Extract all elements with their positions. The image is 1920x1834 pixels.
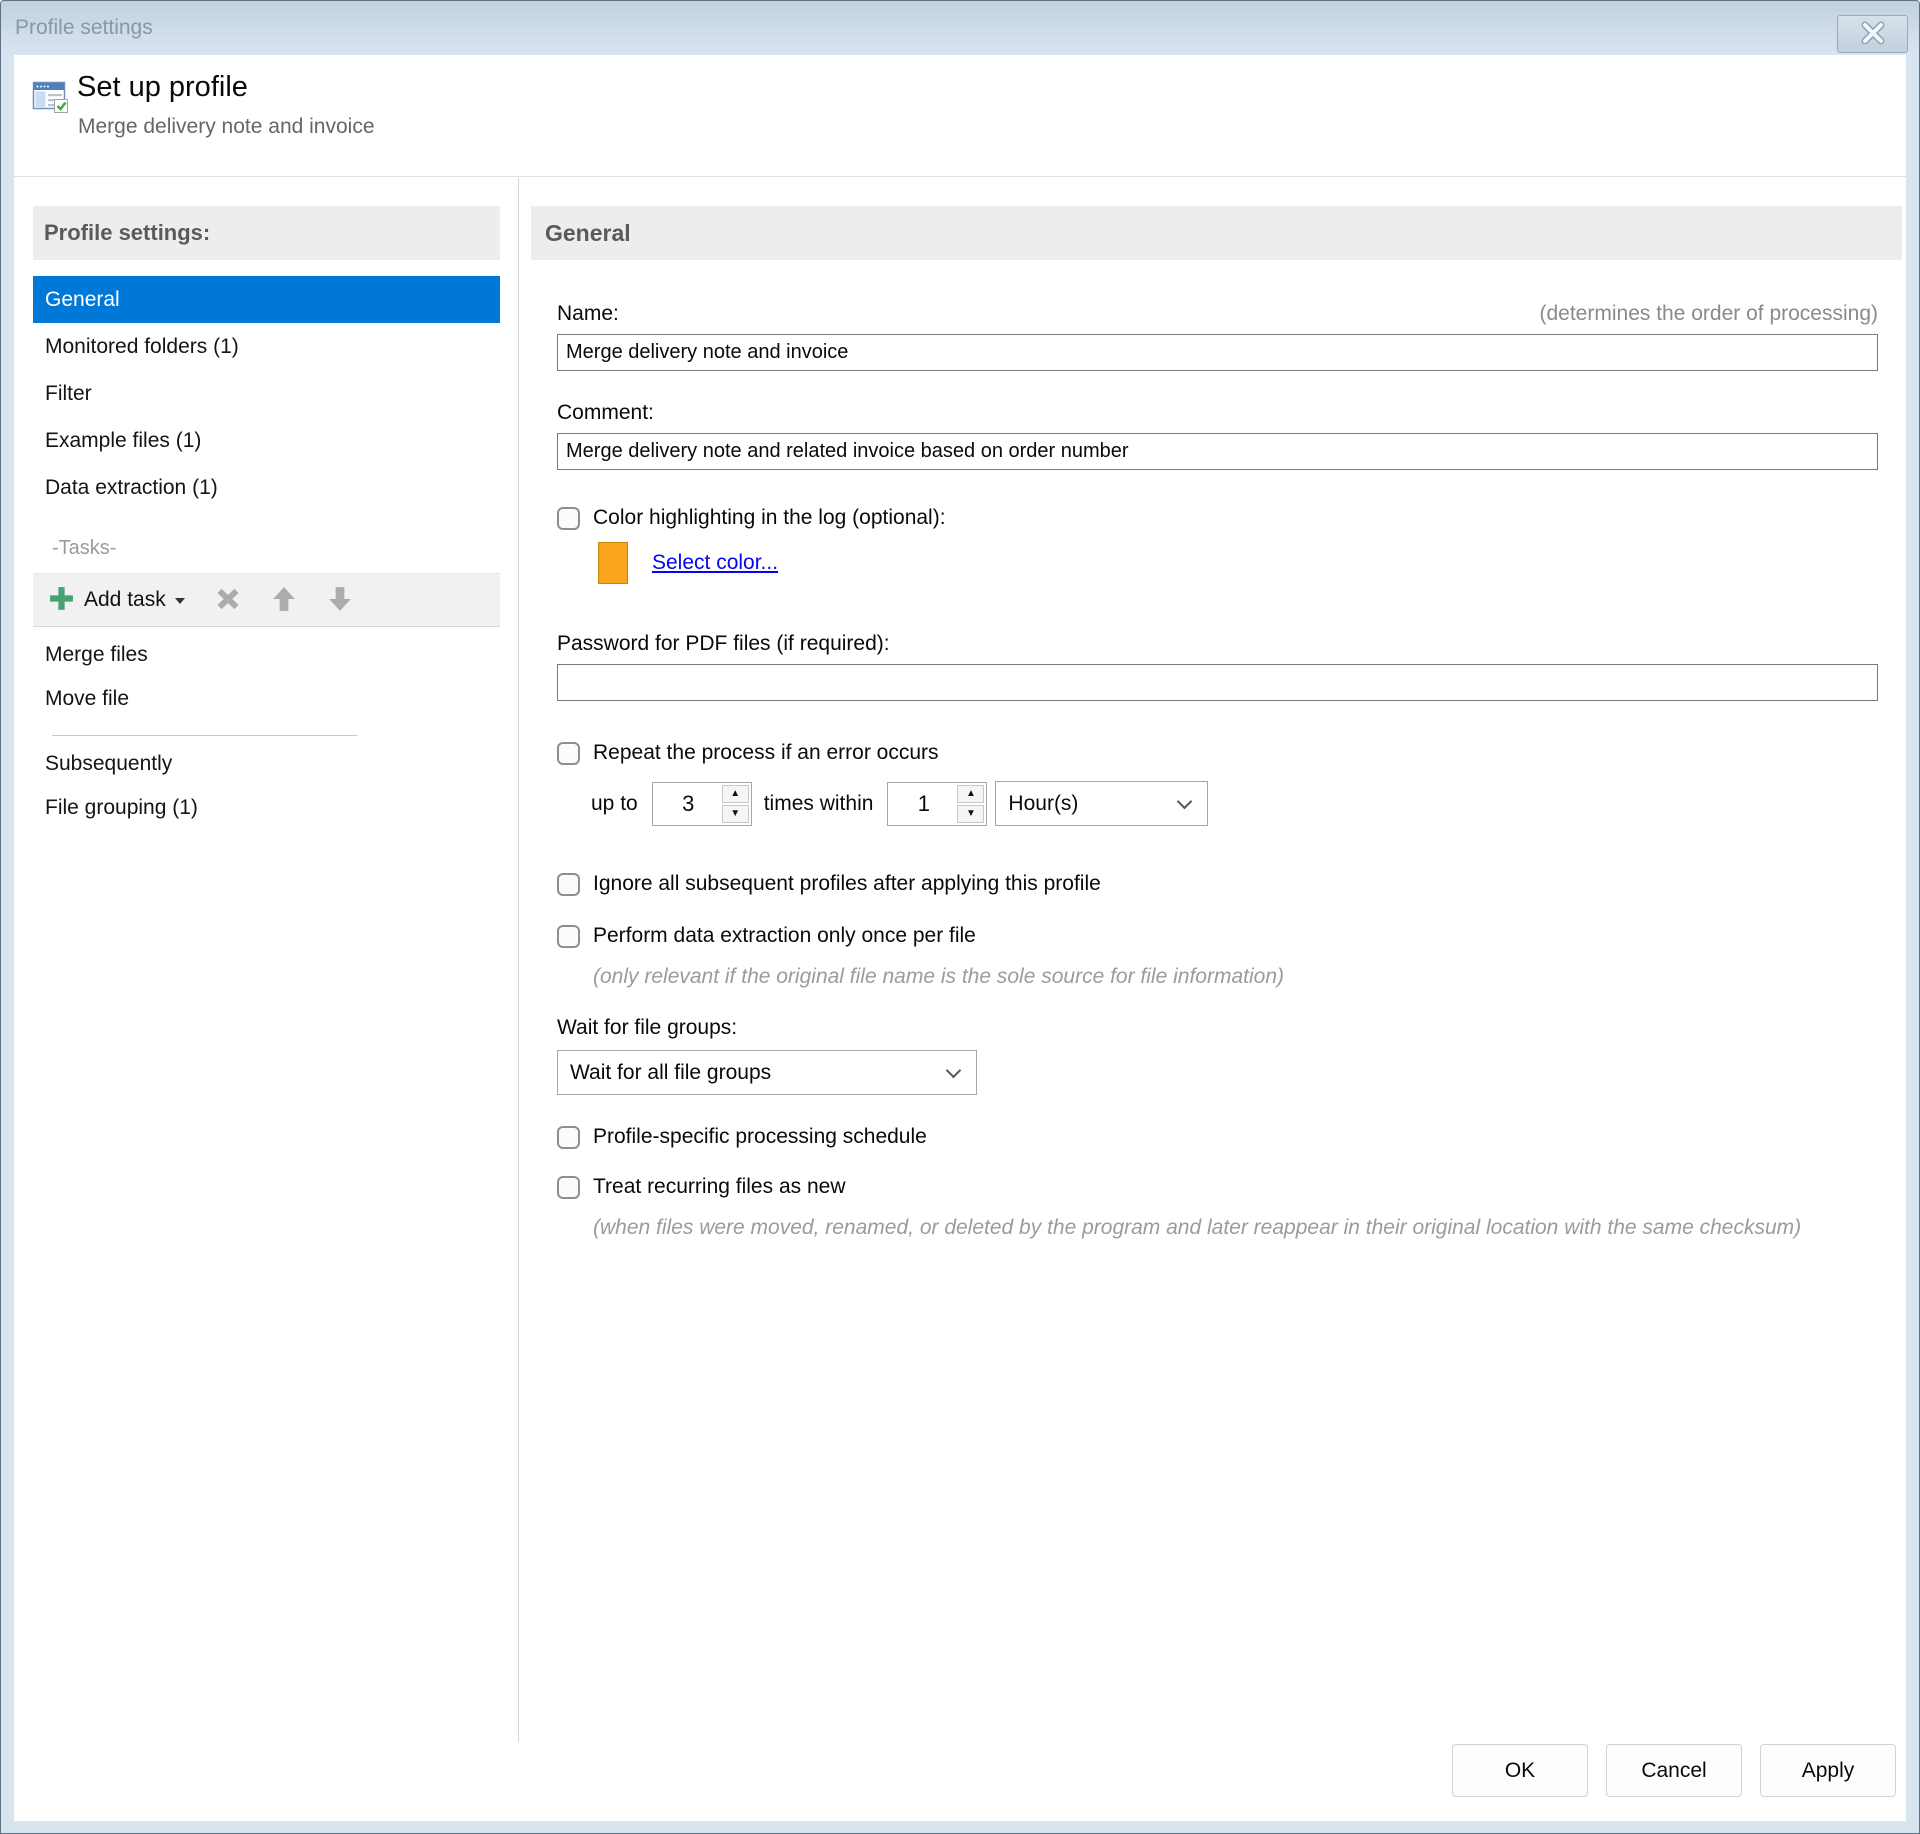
- spin-down-icon: ▼: [730, 809, 740, 819]
- sidebar-list: General Monitored folders (1) Filter Exa…: [33, 276, 500, 511]
- pdf-password-label: Password for PDF files (if required):: [557, 632, 890, 656]
- recurring-files-note: (when files were moved, renamed, or dele…: [593, 1211, 1848, 1245]
- wait-for-file-groups-label: Wait for file groups:: [557, 1016, 737, 1040]
- section-heading: General: [531, 206, 1902, 260]
- general-form: Name: (determines the order of processin…: [557, 302, 1878, 1245]
- add-task-button[interactable]: Add task: [42, 578, 191, 622]
- sidebar-item-example-files[interactable]: Example files (1): [33, 417, 500, 464]
- extract-once-note: (only relevant if the original file name…: [593, 960, 1878, 994]
- app-header: Set up profile Merge delivery note and i…: [14, 55, 1906, 177]
- color-swatch[interactable]: [598, 542, 628, 584]
- cancel-button[interactable]: Cancel: [1606, 1744, 1742, 1797]
- spin-up-icon: ▲: [966, 789, 976, 799]
- ignore-subsequent-profiles-checkbox[interactable]: [557, 873, 580, 896]
- sidebar-item-file-grouping[interactable]: File grouping (1): [33, 786, 500, 830]
- name-note: (determines the order of processing): [1540, 302, 1879, 326]
- extract-once-checkbox[interactable]: [557, 925, 580, 948]
- spin-up-icon: ▲: [730, 789, 740, 799]
- chevron-down-icon: [1177, 794, 1193, 810]
- interval-up-button[interactable]: ▲: [957, 785, 984, 803]
- task-toolbar: Add task: [33, 573, 500, 627]
- repeat-on-error-label: Repeat the process if an error occurs: [593, 741, 939, 765]
- delete-icon: [215, 587, 241, 614]
- dialog-body: Profile settings: General Monitored fold…: [14, 178, 1906, 1821]
- interval-count-value: 1: [890, 785, 957, 823]
- task-item-move-file[interactable]: Move file: [33, 677, 500, 721]
- color-highlighting-label: Color highlighting in the log (optional)…: [593, 506, 946, 530]
- page-subtitle: Merge delivery note and invoice: [78, 115, 375, 139]
- move-task-down-button[interactable]: [321, 578, 359, 622]
- up-to-label: up to: [591, 792, 638, 816]
- retry-count-value: 3: [655, 785, 722, 823]
- sidebar-item-general[interactable]: General: [33, 276, 500, 323]
- name-label: Name:: [557, 302, 619, 326]
- task-section-divider: [52, 735, 357, 736]
- sidebar: Profile settings: General Monitored fold…: [33, 206, 500, 830]
- recurring-files-label: Treat recurring files as new: [593, 1175, 845, 1199]
- ok-button[interactable]: OK: [1452, 1744, 1588, 1797]
- select-color-link[interactable]: Select color...: [652, 551, 778, 575]
- apply-button[interactable]: Apply: [1760, 1744, 1896, 1797]
- sidebar-heading: Profile settings:: [33, 206, 500, 260]
- post-task-list: Subsequently File grouping (1): [33, 742, 500, 830]
- comment-label: Comment:: [557, 401, 654, 425]
- extract-once-label: Perform data extraction only once per fi…: [593, 924, 976, 948]
- name-input[interactable]: [557, 334, 1878, 371]
- titlebar: Profile settings: [1, 1, 1919, 55]
- interval-unit-value: Hour(s): [1008, 792, 1078, 815]
- dialog-content: Set up profile Merge delivery note and i…: [14, 55, 1906, 1821]
- chevron-down-icon: [946, 1063, 962, 1079]
- comment-input[interactable]: [557, 433, 1878, 470]
- interval-unit-dropdown[interactable]: Hour(s): [995, 781, 1208, 826]
- retry-count-up-button[interactable]: ▲: [722, 785, 749, 803]
- sidebar-item-filter[interactable]: Filter: [33, 370, 500, 417]
- add-task-label: Add task: [84, 588, 166, 612]
- wait-for-file-groups-dropdown[interactable]: Wait for all file groups: [557, 1050, 977, 1095]
- setup-profile-icon: [32, 77, 70, 115]
- task-list: Merge files Move file: [33, 633, 500, 721]
- wait-for-file-groups-value: Wait for all file groups: [570, 1061, 771, 1084]
- processing-schedule-checkbox[interactable]: [557, 1126, 580, 1149]
- footer-buttons: OK Cancel Apply: [1452, 1744, 1896, 1797]
- page-title: Set up profile: [77, 71, 248, 104]
- color-highlighting-checkbox[interactable]: [557, 507, 580, 530]
- retry-count-stepper[interactable]: 3 ▲ ▼: [652, 782, 752, 826]
- arrow-up-icon: [271, 586, 297, 615]
- repeat-on-error-checkbox[interactable]: [557, 742, 580, 765]
- retry-count-down-button[interactable]: ▼: [722, 805, 749, 823]
- close-button[interactable]: [1837, 15, 1908, 53]
- times-within-label: times within: [764, 792, 874, 816]
- sidebar-item-data-extraction[interactable]: Data extraction (1): [33, 464, 500, 511]
- recurring-files-checkbox[interactable]: [557, 1176, 580, 1199]
- main-panel: General Name: (determines the order of p…: [531, 206, 1902, 1245]
- dropdown-caret-icon: [175, 593, 185, 608]
- sidebar-item-subsequently[interactable]: Subsequently: [33, 742, 500, 786]
- move-task-up-button[interactable]: [265, 578, 303, 622]
- sidebar-item-monitored-folders[interactable]: Monitored folders (1): [33, 323, 500, 370]
- window-title: Profile settings: [15, 1, 153, 55]
- tasks-separator-label: -Tasks-: [33, 537, 500, 560]
- pdf-password-input[interactable]: [557, 664, 1878, 701]
- processing-schedule-label: Profile-specific processing schedule: [593, 1125, 927, 1149]
- close-icon: [1860, 21, 1886, 48]
- panel-divider: [518, 178, 519, 1742]
- arrow-down-icon: [327, 586, 353, 615]
- task-item-merge-files[interactable]: Merge files: [33, 633, 500, 677]
- delete-task-button[interactable]: [209, 578, 247, 622]
- add-icon: [48, 585, 75, 615]
- profile-settings-window: Profile settings: [0, 0, 1920, 1834]
- spin-down-icon: ▼: [966, 809, 976, 819]
- ignore-subsequent-profiles-label: Ignore all subsequent profiles after app…: [593, 872, 1101, 896]
- interval-down-button[interactable]: ▼: [957, 805, 984, 823]
- interval-count-stepper[interactable]: 1 ▲ ▼: [887, 782, 987, 826]
